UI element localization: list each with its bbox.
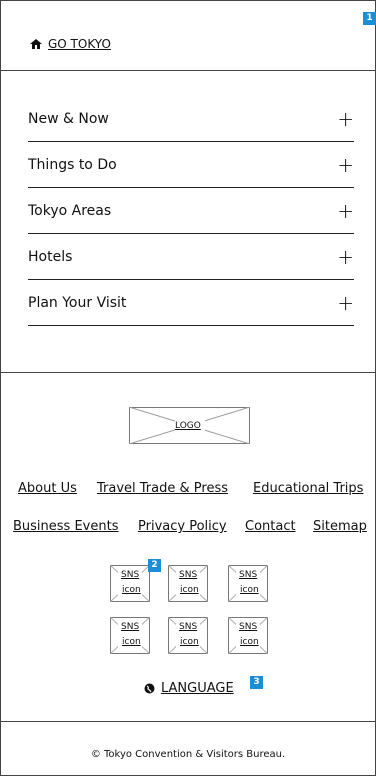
annotation-badge-3: 3 — [250, 676, 263, 689]
sns-label-bottom: icon — [122, 637, 141, 647]
logo-label: LOGO — [175, 421, 201, 431]
link-contact[interactable]: Contact — [245, 519, 296, 534]
plus-icon[interactable]: + — [337, 247, 354, 267]
sns-label-top: SNS — [239, 622, 258, 632]
sns-label-top: SNS — [179, 570, 198, 580]
annotation-badge-1: 1 — [363, 12, 376, 25]
nav-item-things-to-do[interactable]: Things to Do + — [28, 142, 354, 188]
sns-label-top: SNS — [121, 622, 140, 632]
language-link[interactable]: LANGUAGE — [144, 681, 234, 696]
sns-icon[interactable]: SNS icon — [227, 616, 269, 655]
home-label: GO TOKYO — [48, 37, 111, 51]
nav-item-plan-your-visit[interactable]: Plan Your Visit + — [28, 280, 354, 326]
header: GO TOKYO 1 — [0, 0, 376, 71]
home-icon — [30, 39, 42, 49]
sns-label-bottom: icon — [240, 585, 259, 595]
plus-icon[interactable]: + — [337, 109, 354, 129]
link-privacy-policy[interactable]: Privacy Policy — [138, 519, 227, 534]
plus-icon[interactable]: + — [337, 201, 354, 221]
sns-icon[interactable]: SNS icon — [167, 564, 209, 603]
logo[interactable]: LOGO — [128, 406, 251, 445]
nav-item-label: New & Now — [28, 110, 109, 127]
link-sitemap[interactable]: Sitemap — [313, 519, 367, 534]
nav-item-label: Plan Your Visit — [28, 294, 127, 311]
plus-icon[interactable]: + — [337, 293, 354, 313]
link-educational-trips[interactable]: Educational Trips — [253, 481, 363, 496]
annotation-badge-2: 2 — [148, 559, 161, 572]
nav-item-tokyo-areas[interactable]: Tokyo Areas + — [28, 188, 354, 234]
sns-icon[interactable]: SNS icon — [109, 564, 151, 603]
nav-item-hotels[interactable]: Hotels + — [28, 234, 354, 280]
section-divider — [0, 372, 376, 373]
sns-label-bottom: icon — [180, 585, 199, 595]
sns-label-top: SNS — [239, 570, 258, 580]
main-nav: New & Now + Things to Do + Tokyo Areas +… — [28, 96, 354, 326]
sns-label-bottom: icon — [122, 585, 141, 595]
sns-icon[interactable]: SNS icon — [109, 616, 151, 655]
footer-divider — [0, 721, 376, 722]
nav-item-label: Hotels — [28, 248, 73, 265]
sns-label-bottom: icon — [180, 637, 199, 647]
copyright-text: © Tokyo Convention & Visitors Bureau. — [90, 749, 286, 760]
sns-label-top: SNS — [179, 622, 198, 632]
link-travel-trade-press[interactable]: Travel Trade & Press — [97, 481, 228, 496]
language-label: LANGUAGE — [161, 681, 234, 696]
plus-icon[interactable]: + — [337, 155, 354, 175]
nav-item-new-and-now[interactable]: New & Now + — [28, 96, 354, 142]
sns-label-top: SNS — [121, 570, 140, 580]
globe-icon — [144, 683, 155, 694]
nav-item-label: Things to Do — [28, 156, 117, 173]
nav-item-label: Tokyo Areas — [28, 202, 112, 219]
sns-icon[interactable]: SNS icon — [167, 616, 209, 655]
home-link[interactable]: GO TOKYO — [30, 37, 111, 51]
link-about-us[interactable]: About Us — [18, 481, 77, 496]
sns-icon[interactable]: SNS icon — [227, 564, 269, 603]
sns-label-bottom: icon — [240, 637, 259, 647]
link-business-events[interactable]: Business Events — [13, 519, 118, 534]
